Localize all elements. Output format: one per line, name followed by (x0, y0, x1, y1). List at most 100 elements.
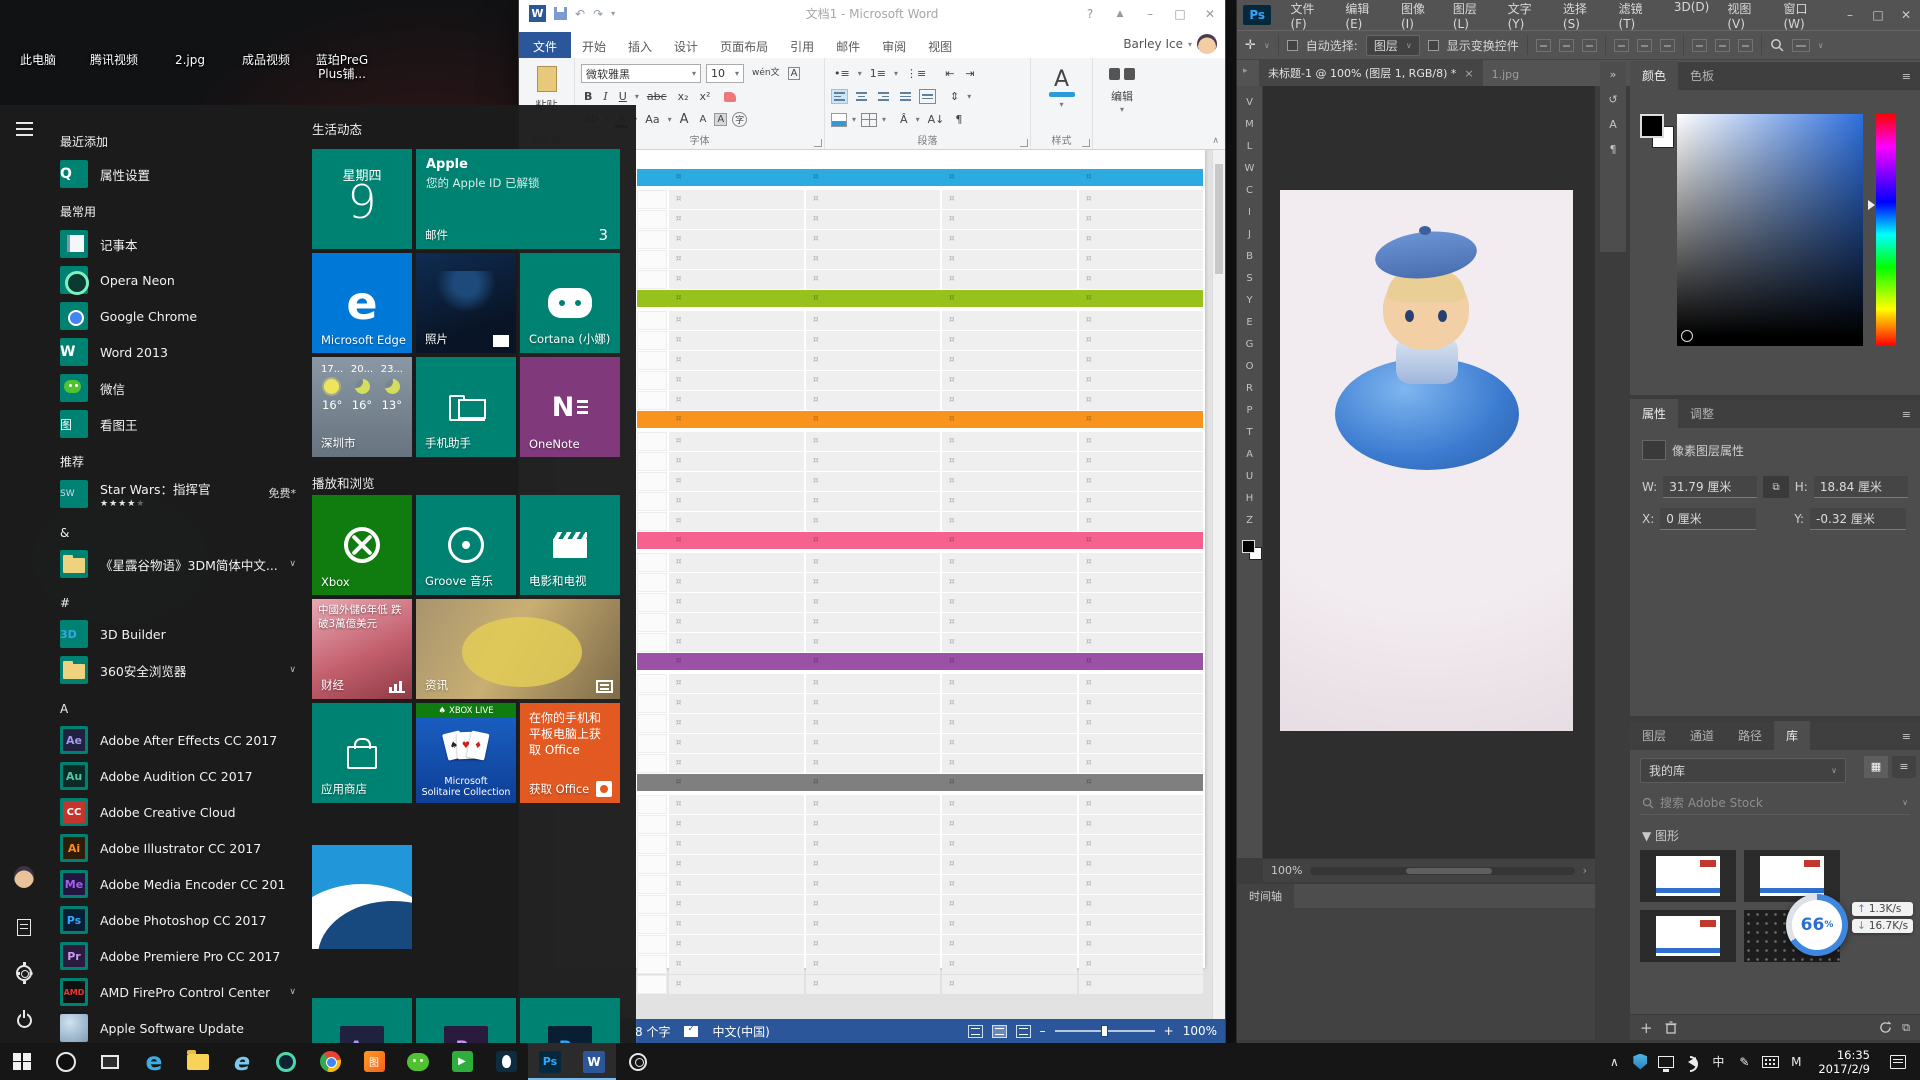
word-count[interactable]: 8 个字 (635, 1023, 670, 1040)
taskbar-settings[interactable] (616, 1043, 660, 1080)
start-button[interactable] (0, 1043, 44, 1080)
ribbon-tab[interactable]: 审阅 (871, 32, 917, 58)
quick-select-tool[interactable]: W (1239, 158, 1261, 179)
sync-icon[interactable] (1879, 1021, 1892, 1034)
ribbon-tab[interactable]: 设计 (663, 32, 709, 58)
section-header[interactable]: # (48, 582, 306, 616)
decrease-indent-button[interactable]: ⇤ (942, 66, 957, 81)
lasso-tool[interactable]: L (1239, 136, 1261, 157)
tile-finance[interactable]: 中國外儲6年低 跌破3萬億美元 财经 (312, 599, 412, 699)
numbering-button[interactable]: 1≡ (867, 66, 889, 81)
tab-properties[interactable]: 属性 (1630, 399, 1678, 428)
app-amd-firepro[interactable]: AMD AMD FirePro Control Center ∨ (48, 974, 306, 1010)
styles-dialog-launcher[interactable] (1082, 139, 1090, 147)
graphics-section-header[interactable]: ▼ 图形 (1642, 827, 1908, 844)
taskbar-chrome[interactable] (308, 1043, 352, 1080)
list-view-button[interactable]: ≡ (1892, 756, 1916, 778)
width-field[interactable]: 31.79 厘米 (1663, 476, 1757, 498)
find-icon[interactable] (1109, 68, 1135, 80)
search-icon[interactable] (1770, 38, 1784, 52)
zoom-in-button[interactable]: + (1164, 1024, 1174, 1038)
show-transform-checkbox[interactable] (1428, 40, 1439, 51)
app-creative-cloud[interactable]: CC Adobe Creative Cloud ∨ (48, 794, 306, 830)
tile-photos[interactable]: 照片 (416, 253, 516, 353)
paragraph-panel-icon[interactable]: ¶ (1610, 143, 1617, 156)
x-field[interactable]: 0 厘米 (1660, 508, 1756, 530)
library-item-card1[interactable] (1640, 850, 1736, 902)
ps-maximize-button[interactable]: □ (1864, 3, 1892, 27)
distribute-v-icon[interactable] (1715, 39, 1730, 52)
tile-get-office[interactable]: 在你的手机和平板电脑上获取 Office 获取 Office (520, 703, 620, 803)
documents-button[interactable] (14, 917, 34, 937)
save-button[interactable] (554, 7, 567, 20)
tile-news[interactable]: 资讯 (416, 599, 620, 699)
doc-table[interactable]: ¤¤¤¤¤¤¤¤¤¤¤¤¤¤¤¤¤¤¤¤¤¤¤¤¤¤¤¤¤¤¤¤¤¤¤¤¤¤¤¤… (637, 169, 1203, 995)
strikethrough-button[interactable]: abc (644, 89, 670, 104)
eraser-tool[interactable]: E (1239, 312, 1261, 333)
app-notepad[interactable]: 记事本 ∨ (48, 226, 306, 262)
expand-chevron-icon[interactable]: ∨ (289, 987, 296, 997)
italic-button[interactable]: I (600, 89, 610, 104)
font-dialog-launcher[interactable] (814, 139, 822, 147)
hand-tool[interactable]: H (1239, 488, 1261, 509)
tab-swatches[interactable]: 色板 (1678, 61, 1726, 90)
grid-view-button[interactable]: ▦ (1864, 756, 1888, 778)
close-button[interactable]: ✕ (1195, 0, 1225, 27)
gradient-tool[interactable]: G (1239, 334, 1261, 355)
align-left-button[interactable] (831, 89, 848, 104)
panel-tab[interactable]: 库 (1774, 721, 1810, 750)
app-illustrator[interactable]: Ai Adobe Illustrator CC 2017 ∨ (48, 830, 306, 866)
tab-close-icon[interactable]: × (1464, 67, 1473, 80)
zoom-level[interactable]: 100% (1183, 1024, 1217, 1038)
ps-menu-item[interactable]: 文字(Y) (1499, 0, 1554, 35)
align-left-icon[interactable] (1614, 39, 1629, 52)
accelerator-ball[interactable]: 66% (1786, 894, 1848, 956)
desktop-icon-2jpg[interactable]: 2.jpg (152, 6, 228, 67)
network-icon[interactable] (1654, 1043, 1678, 1080)
line-spacing-button[interactable]: ⇕ (947, 89, 962, 104)
ps-canvas[interactable] (1263, 86, 1595, 858)
app-audition[interactable]: Au Adobe Audition CC 2017 ∨ (48, 758, 306, 794)
asian-layout-button[interactable]: Â (897, 112, 911, 127)
m-tray-icon[interactable]: M (1784, 1043, 1808, 1080)
clear-format-icon[interactable] (724, 92, 736, 102)
read-mode-button[interactable] (968, 1025, 983, 1038)
distribute-button[interactable] (919, 89, 936, 104)
align-top-icon[interactable] (1536, 39, 1551, 52)
align-center-button[interactable] (853, 89, 870, 104)
ps-menu-item[interactable]: 滤镜(T) (1610, 0, 1665, 35)
app-shuxingshezhi[interactable]: 属性设置 ∨ (48, 156, 306, 192)
fg-bg-swatch[interactable] (1242, 540, 1258, 556)
tile-solitaire[interactable]: ♠XBOX LIVE ♠ ♥ ♦ MicrosoftSolitaire Coll… (416, 703, 516, 803)
app-apple-update[interactable]: Apple Software Update ∨ (48, 1010, 306, 1043)
qat-dropdown-icon[interactable]: ▾ (611, 9, 615, 18)
history-panel-icon[interactable]: ↺ (1608, 93, 1617, 106)
brush-tool[interactable]: B (1239, 246, 1261, 267)
height-field[interactable]: 18.84 厘米 (1814, 476, 1908, 498)
shrink-font-button[interactable]: A (696, 113, 709, 126)
bold-button[interactable]: B (581, 89, 595, 104)
taskbar-cortana[interactable] (44, 1043, 88, 1080)
align-hcenter-icon[interactable] (1637, 39, 1652, 52)
ps-menu-item[interactable]: 编辑(E) (1336, 0, 1392, 35)
workspace-icon[interactable] (1792, 39, 1810, 52)
panel-tab[interactable]: 路径 (1726, 721, 1774, 750)
library-search[interactable]: 搜索 Adobe Stock ∨ (1640, 791, 1910, 815)
expand-chevron-icon[interactable]: ∨ (289, 559, 296, 569)
bullets-button[interactable]: •≡ (831, 66, 853, 81)
show-marks-button[interactable]: ¶ (952, 112, 965, 127)
underline-button[interactable]: U (616, 89, 630, 104)
tile-wave-app[interactable] (312, 845, 412, 949)
shape-tool[interactable]: U (1239, 466, 1261, 487)
ribbon-tab[interactable]: 插入 (617, 32, 663, 58)
app-after-effects[interactable]: Ae Adobe After Effects CC 2017 ∨ (48, 722, 306, 758)
minimize-button[interactable]: – (1135, 0, 1165, 27)
tray-expand-icon[interactable]: ∧ (1602, 1043, 1626, 1080)
desktop-icon-tencent-video[interactable]: 腾讯视频 (76, 6, 152, 67)
crop-tool[interactable]: C (1239, 180, 1261, 201)
app-stardew-valley[interactable]: 《星露谷物语》3DM简体中文... ∨ (48, 546, 306, 582)
app-360-browser[interactable]: 360安全浏览器 ∨ (48, 652, 306, 688)
auto-select-dropdown[interactable]: 图层∨ (1366, 35, 1420, 56)
ribbon-tab[interactable]: 视图 (917, 32, 963, 58)
settings-button[interactable] (14, 963, 34, 983)
